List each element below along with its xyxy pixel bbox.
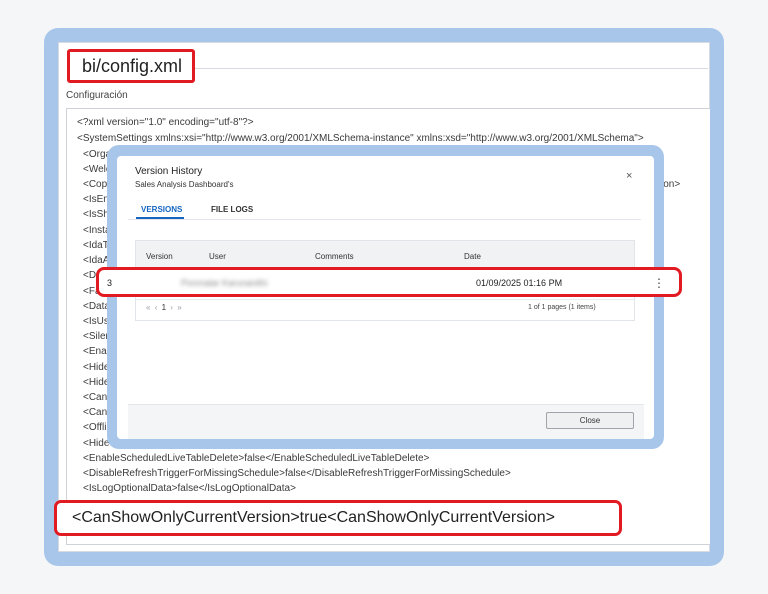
code-line: <EnableScheduledLiveTableDelete>false</E…: [83, 453, 430, 464]
grid-header: Version User Comments Date: [136, 241, 634, 269]
code-line: <Offli: [83, 422, 107, 433]
title-divider: [194, 68, 708, 69]
column-header-version[interactable]: Version: [146, 252, 173, 261]
column-header-comments[interactable]: Comments: [315, 252, 354, 261]
close-button[interactable]: Close: [546, 412, 634, 429]
code-line: <Cop: [83, 179, 108, 190]
close-icon[interactable]: ×: [626, 170, 632, 182]
code-line: <IsEn: [83, 194, 109, 205]
pager-prev-icon[interactable]: ‹: [155, 303, 159, 312]
code-line: <Data: [83, 301, 110, 312]
tab-divider: [128, 219, 641, 220]
dialog-title: Version History: [135, 166, 203, 177]
pager-first-icon[interactable]: «: [146, 303, 151, 312]
code-line: <Hide: [83, 362, 110, 373]
section-label: Configuración: [66, 90, 128, 101]
version-history-dialog: Version History Sales Analysis Dashboard…: [117, 156, 654, 439]
code-line: <Can: [83, 392, 108, 403]
code-line: <IsUs: [83, 316, 109, 327]
column-header-date[interactable]: Date: [464, 252, 481, 261]
code-line: <SystemSettings xmlns:xsi="http://www.w3…: [77, 133, 644, 144]
dialog-footer: Close: [128, 404, 644, 439]
more-options-icon[interactable]: ⋮: [653, 276, 665, 290]
code-line: <Hide: [83, 438, 110, 449]
code-line: <D: [83, 270, 97, 281]
pager-next-icon[interactable]: ›: [170, 303, 174, 312]
code-line: <?xml version="1.0" encoding="utf-8"?>: [77, 117, 254, 128]
code-line: <IsSh: [83, 209, 109, 220]
table-row[interactable]: 3 Ponmalar Karunanithi 01/09/2025 01:16 …: [96, 267, 682, 297]
code-line: <Enal: [83, 346, 109, 357]
pager-last-icon[interactable]: »: [177, 303, 182, 312]
dialog-subtitle: Sales Analysis Dashboard's: [135, 180, 234, 189]
row-version: 3: [107, 278, 113, 288]
code-line: <DisableRefreshTriggerForMissingSchedule…: [83, 468, 511, 479]
highlighted-config-line: <CanShowOnlyCurrentVersion>true<CanShowO…: [54, 500, 622, 536]
grid-footer-divider: [136, 299, 634, 300]
code-line: <IdaA: [83, 255, 110, 266]
tab-file-logs[interactable]: FILE LOGS: [211, 205, 253, 214]
code-line: <Siler: [83, 331, 109, 342]
tab-versions[interactable]: VERSIONS: [141, 205, 182, 214]
file-title: bi/config.xml: [67, 49, 195, 83]
column-header-user[interactable]: User: [209, 252, 226, 261]
row-date: 01/09/2025 01:16 PM: [476, 278, 563, 288]
pager-current-page[interactable]: 1: [162, 303, 167, 312]
code-line: <IsLogOptionalData>false</IsLogOptionalD…: [83, 483, 296, 494]
code-line: <Hide: [83, 377, 110, 388]
pager: « ‹ 1 › »: [146, 303, 183, 312]
row-user: Ponmalar Karunanithi: [181, 278, 268, 288]
pager-info: 1 of 1 pages (1 items): [528, 304, 596, 311]
code-line: <IdaT: [83, 240, 109, 251]
